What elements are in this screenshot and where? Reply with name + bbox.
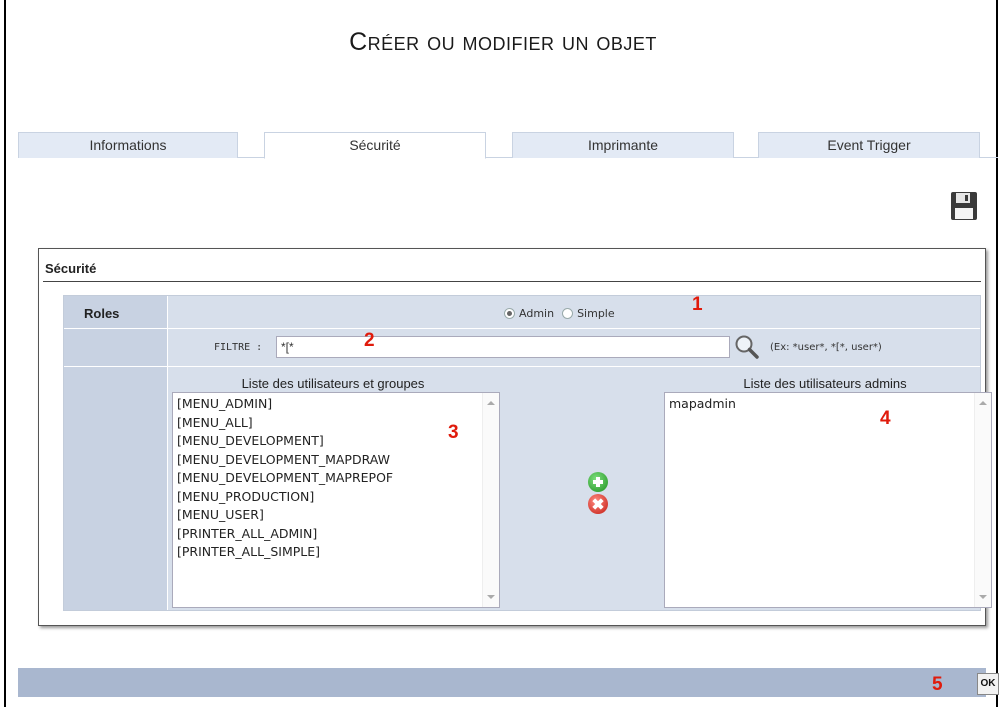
footer-bar (18, 668, 986, 697)
floppy-disk-icon (951, 192, 977, 220)
filter-input[interactable] (276, 336, 730, 358)
list-item[interactable]: [MENU_PRODUCTION] (177, 488, 393, 507)
ok-button[interactable]: OK (977, 673, 999, 695)
list-item[interactable]: [MENU_USER] (177, 506, 393, 525)
add-admin-button[interactable] (588, 472, 608, 492)
section-title: Sécurité (45, 261, 97, 276)
row-divider (64, 366, 980, 367)
radio-admin-label: Admin (519, 307, 555, 320)
role-radio-group: Admin Simple (504, 307, 615, 320)
radio-simple[interactable] (562, 308, 574, 319)
list-item[interactable]: [MENU_ALL] (177, 414, 393, 433)
dialog-title: Créer ou modifier un objet (6, 28, 999, 57)
scroll-down-icon[interactable] (487, 595, 495, 599)
label-column (64, 296, 168, 610)
tab-securite[interactable]: Sécurité (264, 132, 486, 159)
available-users-items: [MENU_ADMIN] [MENU_ALL] [MENU_DEVELOPMEN… (177, 395, 393, 562)
radio-simple-label: Simple (577, 307, 615, 320)
section-divider (43, 281, 981, 282)
security-panel: Sécurité Roles Admin Simple FILTRE : ( (38, 248, 992, 626)
security-grid: Roles Admin Simple FILTRE : (Ex: *user*,… (63, 294, 992, 611)
list-item[interactable]: mapadmin (669, 395, 736, 414)
available-list-title: Liste des utilisateurs et groupes (241, 376, 425, 391)
filter-hint: (Ex: *user*, *[*, user*) (770, 342, 882, 353)
tab-bar: Informations Sécurité Imprimante Event T… (18, 132, 998, 159)
admin-list-scrollbar[interactable] (974, 393, 991, 607)
callout-2: 2 (364, 330, 375, 351)
tab-imprimante[interactable]: Imprimante (512, 132, 734, 158)
callout-4: 4 (880, 408, 891, 429)
search-button[interactable] (734, 334, 760, 360)
dialog-title-text: Créer ou modifier un objet (349, 28, 657, 56)
list-item[interactable]: [MENU_DEVELOPMENT] (177, 432, 393, 451)
magnifier-icon (735, 335, 759, 359)
list-item[interactable]: [MENU_DEVELOPMENT_MAPREPOF (177, 469, 393, 488)
save-button[interactable] (950, 190, 978, 222)
row-divider (64, 328, 980, 329)
list-item[interactable]: [MENU_ADMIN] (177, 395, 393, 414)
available-list-scrollbar[interactable] (482, 393, 499, 607)
callout-3: 3 (448, 422, 459, 443)
roles-label: Roles (84, 306, 120, 321)
dialog-window: Créer ou modifier un objet Informations … (4, 0, 999, 707)
admin-list-title: Liste des utilisateurs admins (743, 376, 907, 391)
tab-event-trigger[interactable]: Event Trigger (758, 132, 980, 158)
remove-admin-button[interactable] (588, 494, 608, 514)
list-item[interactable]: [PRINTER_ALL_ADMIN] (177, 525, 393, 544)
tab-informations[interactable]: Informations (18, 132, 238, 158)
scroll-down-icon[interactable] (979, 595, 987, 599)
scroll-up-icon[interactable] (979, 401, 987, 405)
admin-users-items: mapadmin (669, 395, 736, 414)
callout-1: 1 (692, 294, 703, 315)
radio-admin[interactable] (504, 308, 515, 319)
admin-users-listbox[interactable]: mapadmin (664, 392, 992, 608)
list-item[interactable]: [MENU_DEVELOPMENT_MAPDRAW (177, 451, 393, 470)
list-item[interactable]: [PRINTER_ALL_SIMPLE] (177, 543, 393, 562)
callout-5: 5 (932, 674, 943, 695)
filter-label: FILTRE : (214, 342, 263, 353)
scroll-up-icon[interactable] (487, 401, 495, 405)
